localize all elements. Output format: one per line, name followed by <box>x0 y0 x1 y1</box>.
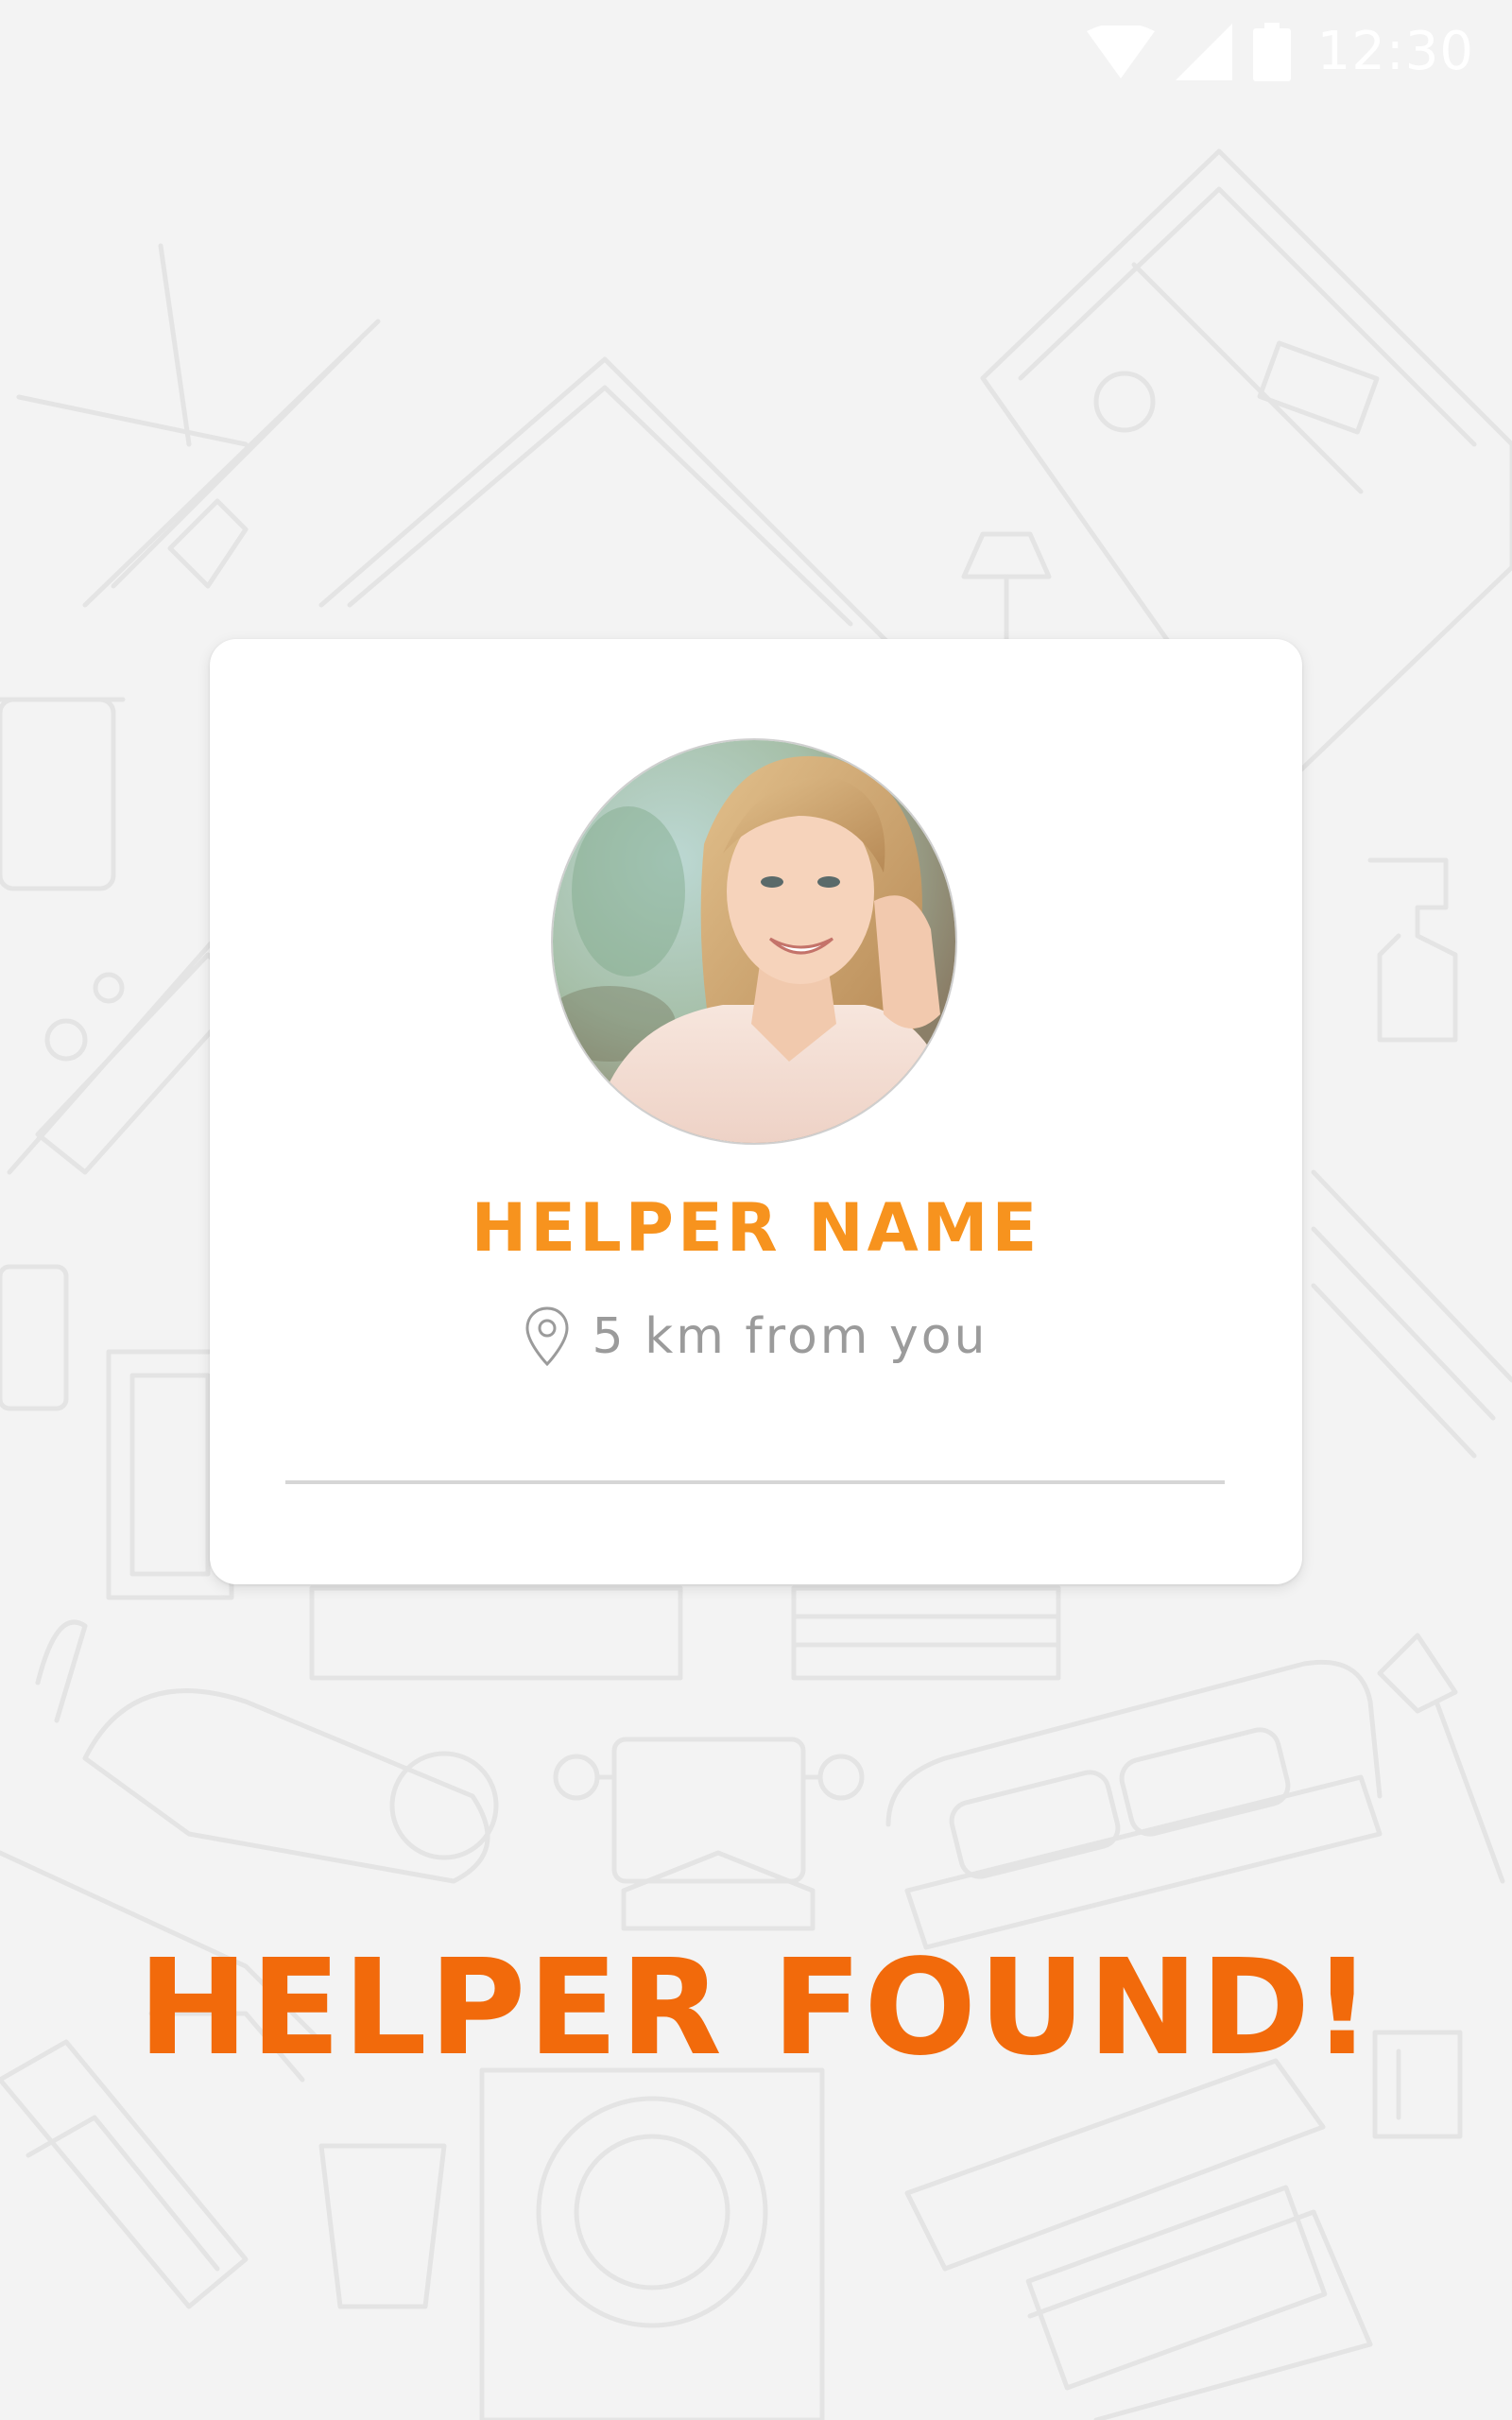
location-pin-icon <box>524 1306 569 1367</box>
status-time: 12:30 <box>1316 21 1474 82</box>
helper-avatar <box>551 738 957 1145</box>
helper-name: HELPER NAME <box>471 1189 1041 1267</box>
wifi-icon <box>1086 26 1155 78</box>
helper-found-headline: HELPER FOUND! <box>137 1931 1375 2085</box>
helper-card[interactable]: HELPER NAME 5 km from you <box>210 639 1302 1584</box>
status-icons: 12:30 <box>1086 21 1474 83</box>
helper-distance: 5 km from you <box>210 1301 1302 1373</box>
card-divider <box>285 1480 1225 1484</box>
distance-text: 5 km from you <box>592 1308 988 1365</box>
status-bar: 12:30 <box>0 0 1512 104</box>
battery-icon <box>1252 23 1291 81</box>
helper-photo-image <box>553 740 955 1143</box>
cell-signal-icon <box>1175 24 1232 80</box>
